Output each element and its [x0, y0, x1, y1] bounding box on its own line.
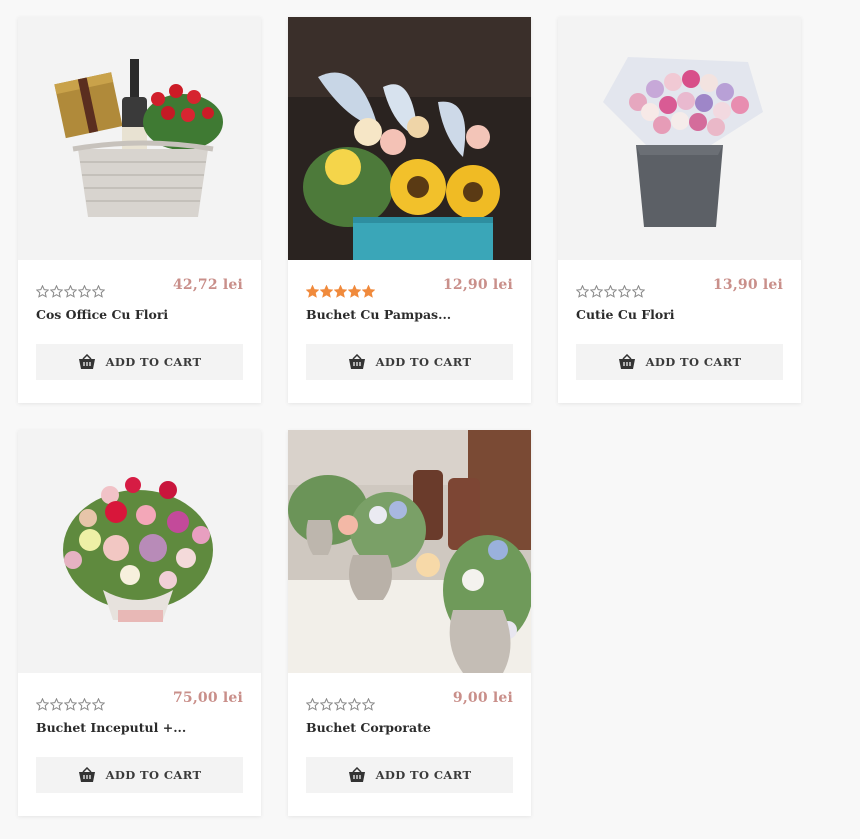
star-icon — [91, 283, 106, 298]
add-to-cart-label: ADD TO CART — [375, 768, 472, 782]
product-name[interactable]: Buchet Inceputul +... — [36, 720, 186, 735]
rating-stars — [575, 283, 646, 298]
rating-stars — [35, 283, 106, 298]
star-icon — [305, 283, 320, 298]
star-icon — [35, 696, 50, 711]
star-icon — [361, 283, 376, 298]
add-to-cart-label: ADD TO CART — [645, 355, 742, 369]
star-icon — [333, 696, 348, 711]
add-to-cart-button[interactable]: ADD TO CART — [306, 757, 513, 793]
star-icon — [319, 696, 334, 711]
basket-icon — [618, 353, 636, 370]
star-icon — [63, 283, 78, 298]
product-card[interactable]: 75,00 lei Buchet Inceputul +... ADD TO C… — [18, 430, 261, 816]
product-name[interactable]: Buchet Corporate — [306, 720, 431, 735]
add-to-cart-button[interactable]: ADD TO CART — [306, 344, 513, 380]
star-icon — [77, 696, 92, 711]
rating-stars — [305, 283, 376, 298]
product-image[interactable] — [18, 17, 261, 260]
add-to-cart-label: ADD TO CART — [375, 355, 472, 369]
star-icon — [575, 283, 590, 298]
product-price: 13,90 lei — [712, 277, 783, 293]
star-icon — [77, 283, 92, 298]
product-price: 42,72 lei — [172, 277, 243, 293]
rating-stars — [305, 696, 376, 711]
product-card[interactable]: 13,90 lei Cutie Cu Flori ADD TO CART — [558, 17, 801, 403]
star-icon — [333, 283, 348, 298]
add-to-cart-button[interactable]: ADD TO CART — [576, 344, 783, 380]
star-icon — [631, 283, 646, 298]
product-name[interactable]: Buchet Cu Pampas... — [306, 307, 451, 322]
product-image[interactable] — [558, 17, 801, 260]
star-icon — [603, 283, 618, 298]
product-image[interactable] — [288, 17, 531, 260]
product-image[interactable] — [18, 430, 261, 673]
star-icon — [347, 283, 362, 298]
add-to-cart-label: ADD TO CART — [105, 768, 202, 782]
product-image[interactable] — [288, 430, 531, 673]
star-icon — [49, 696, 64, 711]
star-icon — [63, 696, 78, 711]
product-card[interactable]: 9,00 lei Buchet Corporate ADD TO CART — [288, 430, 531, 816]
add-to-cart-button[interactable]: ADD TO CART — [36, 344, 243, 380]
add-to-cart-label: ADD TO CART — [105, 355, 202, 369]
add-to-cart-button[interactable]: ADD TO CART — [36, 757, 243, 793]
basket-icon — [78, 766, 96, 783]
star-icon — [617, 283, 632, 298]
product-card[interactable]: 42,72 lei Cos Office Cu Flori ADD TO CAR… — [18, 17, 261, 403]
product-card[interactable]: 12,90 lei Buchet Cu Pampas... ADD TO CAR… — [288, 17, 531, 403]
star-icon — [361, 696, 376, 711]
star-icon — [49, 283, 64, 298]
product-price: 12,90 lei — [442, 277, 513, 293]
product-price: 9,00 lei — [452, 690, 513, 706]
product-name[interactable]: Cutie Cu Flori — [576, 307, 675, 322]
star-icon — [347, 696, 362, 711]
star-icon — [319, 283, 334, 298]
star-icon — [35, 283, 50, 298]
star-icon — [91, 696, 106, 711]
rating-stars — [35, 696, 106, 711]
star-icon — [305, 696, 320, 711]
basket-icon — [348, 353, 366, 370]
basket-icon — [348, 766, 366, 783]
basket-icon — [78, 353, 96, 370]
star-icon — [589, 283, 604, 298]
product-name[interactable]: Cos Office Cu Flori — [36, 307, 168, 322]
product-price: 75,00 lei — [172, 690, 243, 706]
